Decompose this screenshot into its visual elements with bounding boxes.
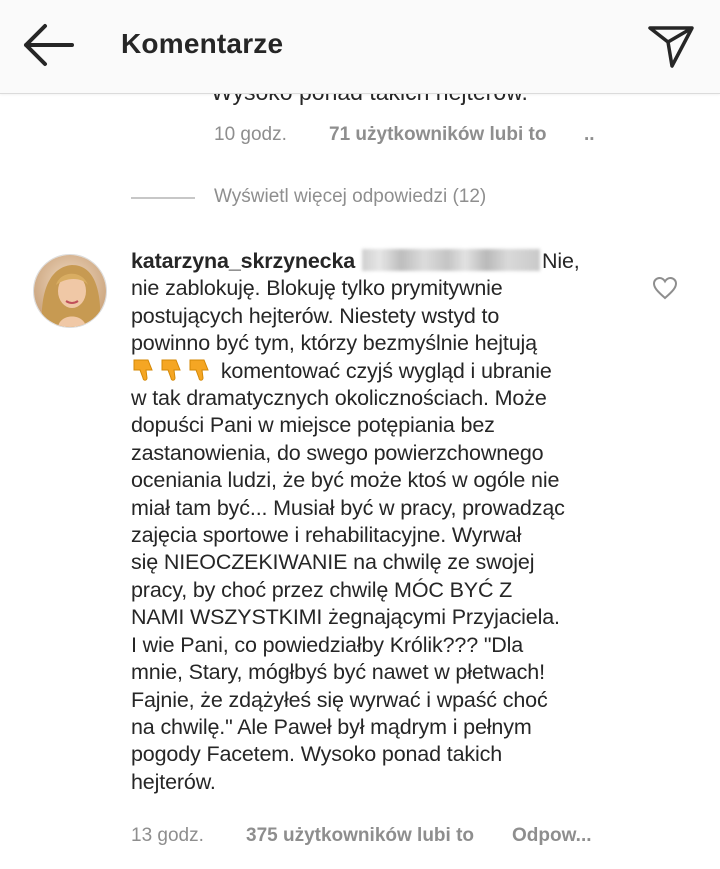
comment-line: pogody Facetem. Wysoko ponad takich bbox=[131, 742, 503, 767]
comment-line: powinno być tym, którzy bezmyślnie hejtu… bbox=[131, 331, 537, 356]
comment-line: hejterów. bbox=[131, 769, 216, 794]
profile-avatar bbox=[34, 255, 106, 327]
redacted-mention bbox=[361, 249, 540, 271]
comment-body: katarzyna_skrzynecka Nie, nie zablokuję.… bbox=[131, 248, 651, 796]
comment-line: postujących hejterów. Niestety wstyd to bbox=[131, 303, 500, 328]
previous-reply-more[interactable]: .. bbox=[584, 124, 595, 146]
comment-line: miał tam być... Musiał być w pracy, prow… bbox=[131, 495, 565, 520]
comment-line: Nie, bbox=[541, 249, 580, 273]
back-button[interactable] bbox=[18, 20, 76, 70]
reply-button[interactable]: Odpow... bbox=[512, 825, 592, 847]
top-bar: Komentarze bbox=[0, 0, 720, 94]
share-button[interactable] bbox=[644, 18, 698, 72]
comment-time: 13 godz. bbox=[131, 825, 204, 846]
thumbs-down-icon bbox=[131, 358, 157, 382]
comment-username[interactable]: katarzyna_skrzynecka bbox=[131, 249, 355, 273]
previous-reply-likes[interactable]: 71 użytkowników lubi to bbox=[329, 124, 546, 146]
comment-line: zastanowienia, do swego powierzchownego bbox=[131, 440, 544, 465]
comment-line: dopuści Pani w miejsce potępiania bez bbox=[131, 413, 495, 438]
view-more-replies-link[interactable]: Wyświetl więcej odpowiedzi (12) bbox=[214, 186, 486, 208]
heart-outline-icon bbox=[652, 276, 678, 300]
previous-reply-time: 10 godz. bbox=[214, 124, 287, 145]
arrow-left-icon bbox=[24, 24, 74, 66]
comment-line: I wie Pani, co powiedziałby Królik??? "D… bbox=[131, 632, 524, 657]
comment-line: oceniania ludzi, że być może ktoś w ogól… bbox=[131, 468, 560, 493]
thumbs-down-icon bbox=[187, 358, 213, 382]
replies-divider bbox=[131, 197, 195, 199]
comment-line: Fajnie, że zdążyłeś się wyrwać i wpaść c… bbox=[131, 687, 548, 712]
comment-line: się NIEOCZEKIWANIE na chwilę ze swojej bbox=[131, 550, 535, 575]
comment-line: NAMI WSZYSTKIMI żegnającymi Przyjaciela. bbox=[131, 605, 560, 630]
comment-line: zajęcia sportowe i rehabilitacyjne. Wyrw… bbox=[131, 523, 522, 548]
avatar[interactable] bbox=[33, 254, 107, 328]
comment-line: w tak dramatycznych okolicznościach. Moż… bbox=[131, 386, 547, 411]
like-button[interactable] bbox=[652, 276, 678, 300]
comment-line: na chwilę." Ale Paweł był mądrym i pełny… bbox=[131, 714, 532, 739]
comment-line: pracy, by choć przez chwilę MÓC BYĆ Z bbox=[131, 577, 513, 602]
comment-line: komentować czyjś wygląd i ubranie bbox=[220, 358, 552, 383]
paper-plane-icon bbox=[648, 26, 694, 68]
comment-line: nie zablokuję. Blokuję tylko prymitywnie bbox=[131, 276, 503, 301]
comment-likes[interactable]: 375 użytkowników lubi to bbox=[246, 825, 474, 847]
page-title: Komentarze bbox=[121, 28, 284, 59]
comment-line: mnie, Stary, mógłbyś być nawet w płetwac… bbox=[131, 660, 545, 685]
thumbs-down-icon bbox=[159, 358, 185, 382]
